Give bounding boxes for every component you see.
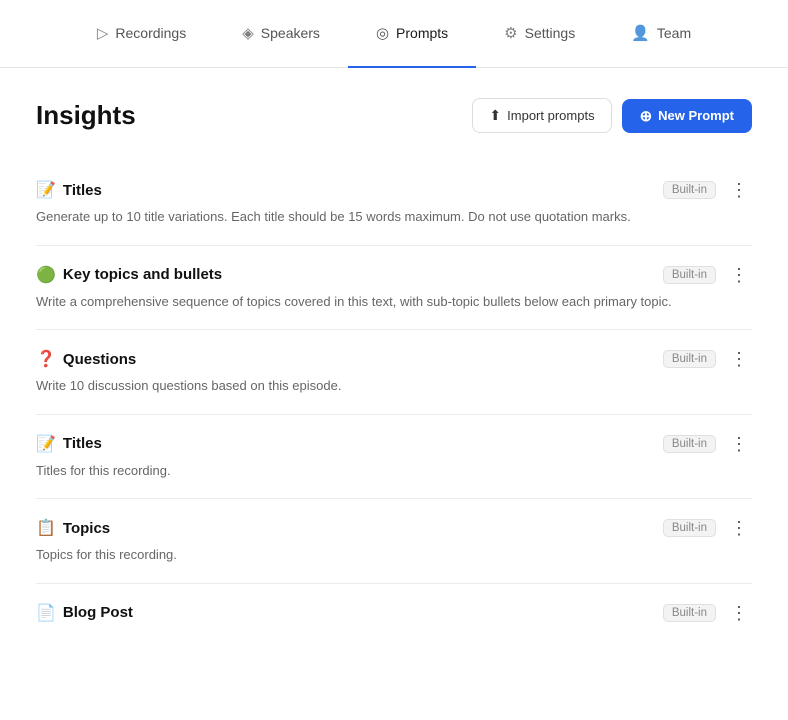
dots-menu-topics[interactable]: ⋮ (726, 517, 752, 539)
prompt-list: 📝 Titles Built-in ⋮ Generate up to 10 title … (36, 161, 752, 648)
plus-icon: ⊕ (640, 107, 653, 125)
prompt-emoji-topics: 📋 (36, 518, 56, 538)
dots-menu-questions[interactable]: ⋮ (726, 348, 752, 370)
prompt-emoji-titles-2: 📝 (36, 434, 56, 454)
dots-menu-blog-post[interactable]: ⋮ (726, 602, 752, 624)
nav-label-team: Team (657, 25, 691, 41)
prompt-actions-key-topics: Built-in ⋮ (663, 264, 752, 286)
badge-builtin-titles-1: Built-in (663, 181, 716, 199)
prompt-emoji-titles-1: 📝 (36, 180, 56, 200)
prompt-name-blog-post: Blog Post (63, 604, 133, 621)
prompt-actions-titles-1: Built-in ⋮ (663, 179, 752, 201)
badge-builtin-titles-2: Built-in (663, 435, 716, 453)
speakers-nav-icon: ◈ (242, 24, 254, 42)
prompt-emoji-key-topics: 🟢 (36, 265, 56, 285)
import-icon: ⬆ (489, 107, 501, 124)
team-nav-icon: 👤 (631, 24, 650, 42)
prompt-header-questions: ❓ Questions Built-in ⋮ (36, 348, 752, 370)
header-actions: ⬆ Import prompts ⊕ New Prompt (472, 98, 752, 133)
prompt-name-titles-2: Titles (63, 435, 102, 452)
prompt-name-questions: Questions (63, 351, 136, 368)
page-title: Insights (36, 100, 136, 131)
prompt-item-blog-post: 📄 Blog Post Built-in ⋮ (36, 584, 752, 648)
prompt-desc-topics: Topics for this recording. (36, 545, 676, 565)
badge-builtin-questions: Built-in (663, 350, 716, 368)
badge-builtin-blog-post: Built-in (663, 604, 716, 622)
page-header: Insights ⬆ Import prompts ⊕ New Prompt (36, 98, 752, 133)
nav-item-recordings[interactable]: ▷ Recordings (69, 0, 214, 68)
nav-item-speakers[interactable]: ◈ Speakers (214, 0, 348, 68)
prompt-actions-questions: Built-in ⋮ (663, 348, 752, 370)
nav-label-speakers: Speakers (261, 25, 320, 41)
prompt-title-row-titles-2: 📝 Titles (36, 434, 102, 454)
prompt-name-titles-1: Titles (63, 182, 102, 199)
prompt-desc-key-topics: Write a comprehensive sequence of topics… (36, 292, 676, 312)
nav-item-prompts[interactable]: ◎ Prompts (348, 0, 476, 68)
nav-label-prompts: Prompts (396, 25, 448, 41)
prompt-actions-blog-post: Built-in ⋮ (663, 602, 752, 624)
prompt-desc-titles-2: Titles for this recording. (36, 461, 676, 481)
prompt-desc-questions: Write 10 discussion questions based on t… (36, 376, 676, 396)
prompt-header-titles-2: 📝 Titles Built-in ⋮ (36, 433, 752, 455)
prompt-actions-topics: Built-in ⋮ (663, 517, 752, 539)
prompt-item-key-topics: 🟢 Key topics and bullets Built-in ⋮ Write a … (36, 246, 752, 331)
dots-menu-titles-1[interactable]: ⋮ (726, 179, 752, 201)
prompt-title-row-questions: ❓ Questions (36, 349, 136, 369)
prompt-item-topics: 📋 Topics Built-in ⋮ Topics for this recordin… (36, 499, 752, 584)
import-label: Import prompts (507, 108, 594, 123)
prompt-emoji-blog-post: 📄 (36, 603, 56, 623)
new-prompt-button[interactable]: ⊕ New Prompt (622, 99, 752, 133)
prompt-title-row-titles-1: 📝 Titles (36, 180, 102, 200)
import-prompts-button[interactable]: ⬆ Import prompts (472, 98, 611, 133)
prompt-emoji-questions: ❓ (36, 349, 56, 369)
prompt-desc-titles-1: Generate up to 10 title variations. Each… (36, 207, 676, 227)
prompts-nav-icon: ◎ (376, 24, 389, 42)
badge-builtin-key-topics: Built-in (663, 266, 716, 284)
nav-item-settings[interactable]: ⚙ Settings (476, 0, 603, 68)
dots-menu-key-topics[interactable]: ⋮ (726, 264, 752, 286)
prompt-header-titles-1: 📝 Titles Built-in ⋮ (36, 179, 752, 201)
prompt-header-topics: 📋 Topics Built-in ⋮ (36, 517, 752, 539)
prompt-header-key-topics: 🟢 Key topics and bullets Built-in ⋮ (36, 264, 752, 286)
nav-label-settings: Settings (525, 25, 576, 41)
prompt-title-row-topics: 📋 Topics (36, 518, 110, 538)
prompt-header-blog-post: 📄 Blog Post Built-in ⋮ (36, 602, 752, 624)
prompt-title-row-blog-post: 📄 Blog Post (36, 603, 133, 623)
navigation: ▷ Recordings ◈ Speakers ◎ Prompts ⚙ Settings 👤 Te… (0, 0, 788, 68)
prompt-item-titles-1: 📝 Titles Built-in ⋮ Generate up to 10 title … (36, 161, 752, 246)
prompt-item-questions: ❓ Questions Built-in ⋮ Write 10 discussion q… (36, 330, 752, 415)
prompt-title-row-key-topics: 🟢 Key topics and bullets (36, 265, 222, 285)
nav-label-recordings: Recordings (115, 25, 186, 41)
settings-nav-icon: ⚙ (504, 24, 517, 42)
nav-item-team[interactable]: 👤 Team (603, 0, 719, 68)
badge-builtin-topics: Built-in (663, 519, 716, 537)
recordings-nav-icon: ▷ (97, 24, 109, 42)
prompt-actions-titles-2: Built-in ⋮ (663, 433, 752, 455)
prompt-item-titles-2: 📝 Titles Built-in ⋮ Titles for this recordin… (36, 415, 752, 500)
main-content: Insights ⬆ Import prompts ⊕ New Prompt 📝… (0, 68, 788, 720)
prompt-name-topics: Topics (63, 520, 110, 537)
dots-menu-titles-2[interactable]: ⋮ (726, 433, 752, 455)
prompt-name-key-topics: Key topics and bullets (63, 266, 222, 283)
new-prompt-label: New Prompt (658, 108, 734, 123)
